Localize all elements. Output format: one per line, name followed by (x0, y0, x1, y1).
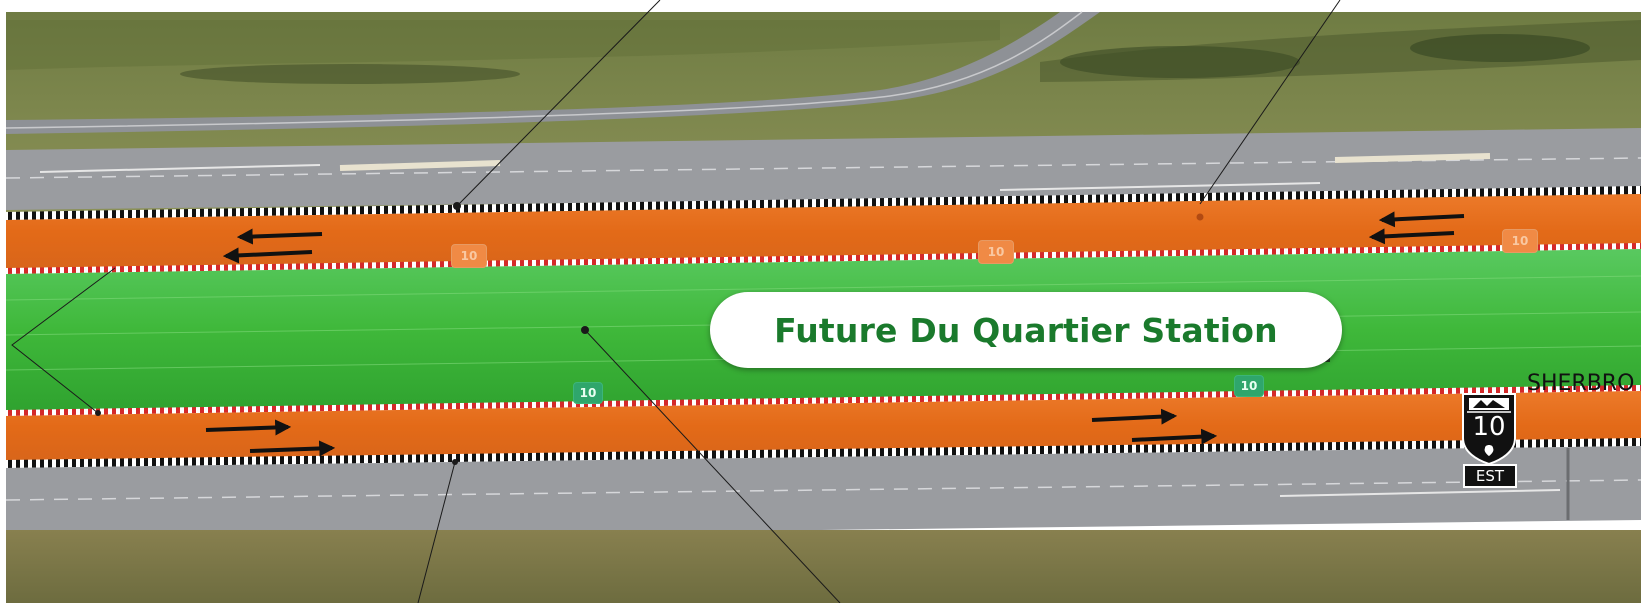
highway-shield-icon: 10 EST (1461, 390, 1517, 488)
station-name: Future Du Quartier Station (774, 310, 1278, 350)
shrub (1410, 34, 1590, 62)
route-marker: 10 (1502, 229, 1538, 253)
shrub (1060, 46, 1300, 78)
shield-direction: EST (1463, 464, 1517, 488)
route-marker: 10 (1234, 375, 1264, 397)
street-name: SHERBRO (1527, 371, 1635, 396)
station-callout: Future Du Quartier Station (710, 292, 1342, 368)
grass-bottom (6, 530, 1641, 603)
aerial-map: 10 10 10 10 10 Future Du Quartier Statio… (0, 0, 1641, 603)
shrub (180, 64, 520, 84)
route-marker: 10 (451, 244, 487, 268)
route-marker: 10 (978, 240, 1014, 264)
gore-marking (1334, 153, 1491, 163)
route-marker: 10 (573, 382, 603, 404)
shield-number: 10 (1472, 412, 1506, 442)
